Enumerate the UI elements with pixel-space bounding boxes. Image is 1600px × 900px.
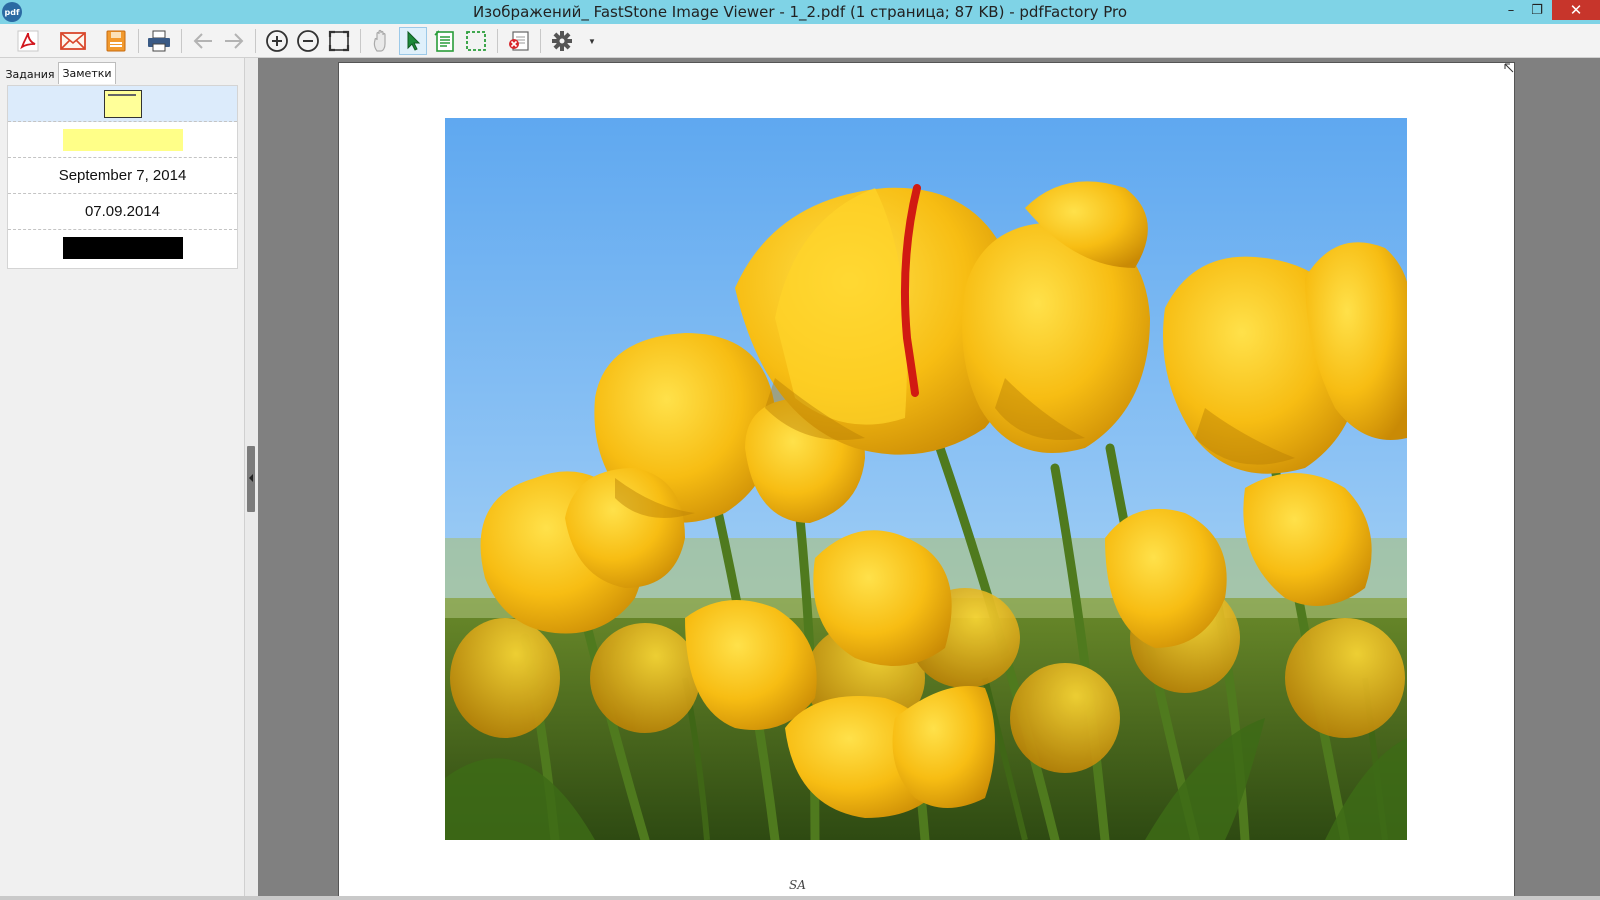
tulip-photo <box>445 118 1407 840</box>
zoom-out-icon[interactable] <box>294 27 322 55</box>
window-title: Изображений_ FastStone Image Viewer - 1_… <box>472 3 1128 21</box>
note-text: 07.09.2014 <box>84 203 161 220</box>
toolbar-separator <box>181 29 182 53</box>
collapse-arrow-icon <box>249 474 253 482</box>
redaction-swatch <box>62 237 183 259</box>
status-strip <box>0 896 1600 900</box>
toolbar-separator <box>255 29 256 53</box>
zoom-in-icon[interactable] <box>263 27 291 55</box>
note-item-date-short[interactable]: 07.09.2014 <box>8 194 237 230</box>
maximize-button[interactable]: ❐ <box>1524 0 1550 20</box>
close-button[interactable]: ✕ <box>1552 0 1600 20</box>
email-icon[interactable] <box>59 27 87 55</box>
text-select-icon[interactable] <box>431 27 459 55</box>
tab-notes[interactable]: Заметки <box>58 62 116 84</box>
forward-arrow-icon[interactable] <box>220 27 248 55</box>
pdf-acrobat-icon[interactable] <box>14 27 42 55</box>
toolbar-separator <box>138 29 139 53</box>
delete-page-icon[interactable] <box>505 27 533 55</box>
left-panel: Задания Заметки September 7, 2014 07.09.… <box>0 58 244 900</box>
save-icon[interactable] <box>102 27 130 55</box>
snapshot-select-icon[interactable] <box>462 27 490 55</box>
highlight-swatch <box>62 128 183 151</box>
toolbar-separator <box>360 29 361 53</box>
document-view[interactable]: SA <box>258 58 1600 900</box>
print-icon[interactable] <box>145 27 173 55</box>
note-item-highlight[interactable] <box>8 122 237 158</box>
settings-dropdown-caret[interactable]: ▼ <box>588 37 596 46</box>
toolbar: ▼ <box>0 24 1600 58</box>
page-footer-signature: SA <box>789 878 806 892</box>
select-pointer-icon[interactable] <box>399 27 427 55</box>
page-corner-icon <box>1504 63 1514 73</box>
settings-gear-icon[interactable] <box>548 27 576 55</box>
tab-tasks[interactable]: Задания <box>4 64 56 84</box>
note-item-sticky[interactable] <box>8 86 237 122</box>
note-text: September 7, 2014 <box>58 167 187 184</box>
minimize-button[interactable]: – <box>1498 0 1524 20</box>
title-bar: pdf Изображений_ FastStone Image Viewer … <box>0 0 1600 24</box>
toolbar-separator <box>497 29 498 53</box>
fit-page-icon[interactable] <box>325 27 353 55</box>
toolbar-separator <box>540 29 541 53</box>
back-arrow-icon[interactable] <box>189 27 217 55</box>
note-item-date-long[interactable]: September 7, 2014 <box>8 158 237 194</box>
pdf-page: SA <box>338 62 1515 900</box>
hand-pan-icon[interactable] <box>368 27 396 55</box>
note-item-redaction[interactable] <box>8 230 237 266</box>
notes-list: September 7, 2014 07.09.2014 <box>7 85 238 269</box>
sticky-note-icon <box>103 89 142 118</box>
